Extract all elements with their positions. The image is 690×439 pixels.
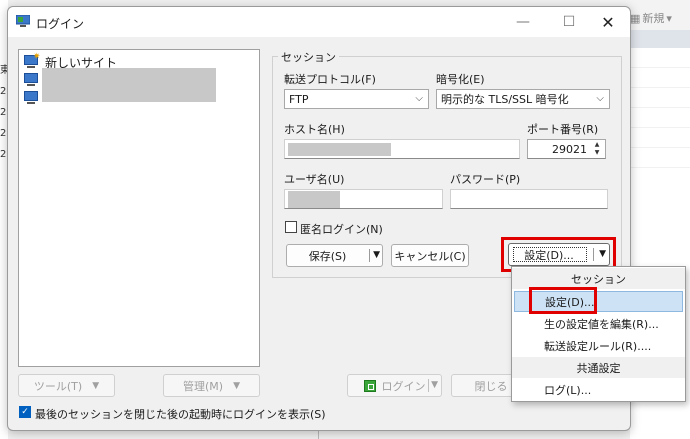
- computer-icon: [23, 73, 39, 87]
- dialog-title: ログイン: [36, 17, 85, 31]
- checkmark-icon: ✓: [21, 407, 29, 417]
- settings-dropdown-icon[interactable]: ▼: [599, 249, 606, 259]
- menu-header-session: セッション: [512, 268, 685, 289]
- anonymous-checkbox[interactable]: [285, 221, 297, 233]
- computer-icon: [23, 91, 39, 105]
- redacted-host: [288, 143, 391, 156]
- settings-button[interactable]: 設定(D)... ▼: [508, 243, 610, 266]
- show-login-checkbox[interactable]: ✓: [19, 406, 31, 418]
- show-login-label: 最後のセッションを閉じた後の起動時にログインを表示(S): [35, 408, 326, 421]
- protocol-value: FTP: [289, 92, 309, 106]
- menu-item-log-label: ログ(L)...: [544, 383, 592, 397]
- port-label: ポート番号(R): [527, 123, 599, 136]
- chevron-down-icon: ▾: [666, 11, 672, 25]
- app-icon: [16, 15, 30, 27]
- anonymous-label: 匿名ログイン(N): [300, 223, 383, 236]
- menu-item-log[interactable]: ログ(L)...: [514, 379, 683, 400]
- login-dropdown-icon[interactable]: ▼: [431, 380, 438, 390]
- close-dialog-label: 閉じる: [474, 379, 508, 393]
- encryption-label: 暗号化(E): [436, 73, 485, 86]
- encryption-select[interactable]: 明示的な TLS/SSL 暗号化 ⌵: [436, 89, 610, 109]
- close-button[interactable]: ✕: [593, 11, 623, 33]
- tools-label: ツール(T): [33, 379, 83, 393]
- close-icon: ✕: [601, 12, 615, 32]
- redacted-site-names: [42, 68, 216, 102]
- cancel-button[interactable]: キャンセル(C): [391, 244, 469, 267]
- save-button[interactable]: 保存(S) ▼: [286, 244, 383, 267]
- login-label: ログイン: [381, 379, 426, 393]
- session-group-title: セッション: [278, 49, 339, 65]
- save-dropdown-icon[interactable]: ▼: [373, 250, 380, 260]
- password-label: パスワード(P): [450, 173, 521, 186]
- protocol-label: 転送プロトコル(F): [284, 73, 376, 86]
- encryption-value: 明示的な TLS/SSL 暗号化: [441, 93, 569, 106]
- menu-item-edit-raw[interactable]: 生の設定値を編集(R)...: [514, 313, 683, 334]
- chevron-down-icon: ⌵: [415, 93, 423, 104]
- tools-button[interactable]: ツール(T) ▼: [18, 374, 115, 397]
- host-label: ホスト名(H): [284, 123, 345, 136]
- settings-label: 設定(D)...: [524, 248, 574, 262]
- spinner-arrows-icon[interactable]: ▲ ▼: [591, 141, 603, 157]
- port-spinner[interactable]: 29021 ▲ ▼: [527, 139, 606, 159]
- menu-item-edit-raw-label: 生の設定値を編集(R)...: [544, 317, 659, 331]
- background-new-button[interactable]: ▦ 新規 ▾: [630, 10, 672, 26]
- dialog-titlebar[interactable]: ログイン — ☐ ✕: [8, 7, 630, 37]
- maximize-button[interactable]: ☐: [554, 11, 584, 33]
- new-icon: ▦: [630, 11, 641, 25]
- tree-item-site[interactable]: [23, 72, 39, 88]
- cancel-label: キャンセル(C): [394, 249, 466, 263]
- manage-label: 管理(M): [183, 379, 224, 393]
- minimize-button[interactable]: —: [508, 11, 538, 33]
- login-icon: [363, 379, 376, 392]
- save-label: 保存(S): [308, 249, 347, 263]
- highlight-settings-menu-item: [529, 287, 597, 314]
- port-value: 29021: [552, 143, 587, 156]
- menu-header-global: 共通設定: [512, 357, 685, 378]
- redacted-user: [288, 191, 340, 208]
- new-site-icon: ✷: [23, 52, 41, 69]
- protocol-select[interactable]: FTP ⌵: [284, 89, 429, 109]
- user-input[interactable]: [284, 189, 443, 209]
- menu-item-transfer-rules-label: 転送設定ルール(R)....: [544, 339, 652, 353]
- background-new-label: 新規: [642, 12, 665, 25]
- host-input[interactable]: [284, 139, 520, 159]
- chevron-down-icon: ▼: [233, 380, 240, 391]
- chevron-down-icon: ⌵: [596, 93, 604, 104]
- tree-item-site[interactable]: [23, 90, 39, 106]
- chevron-down-icon: ▼: [92, 380, 100, 391]
- menu-item-transfer-rules[interactable]: 転送設定ルール(R)....: [514, 335, 683, 356]
- login-button[interactable]: ログイン ▼: [347, 374, 442, 397]
- manage-button[interactable]: 管理(M) ▼: [163, 374, 260, 397]
- maximize-icon: ☐: [562, 14, 576, 30]
- minimize-icon: —: [516, 14, 530, 30]
- user-label: ユーザ名(U): [284, 173, 345, 186]
- password-input[interactable]: [450, 189, 608, 209]
